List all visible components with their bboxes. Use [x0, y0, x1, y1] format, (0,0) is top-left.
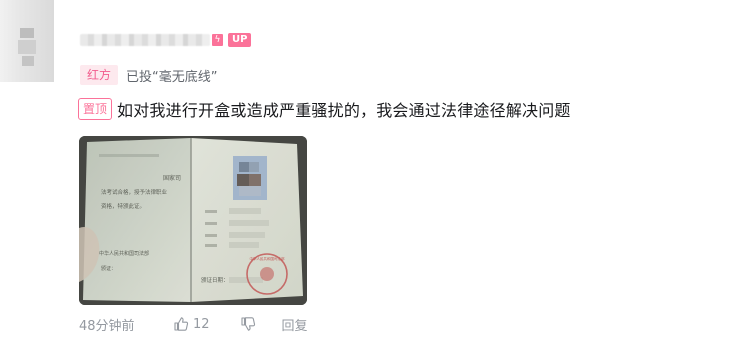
dislike-button[interactable]	[240, 316, 256, 332]
up-badge: UP	[228, 33, 252, 47]
comment-text: 如对我进行开盒或造成严重骚扰的，我会通过法律途径解决问题	[117, 101, 571, 120]
avatar-blur-block	[20, 28, 34, 38]
thumbs-down-icon	[240, 316, 256, 332]
pinned-tag: 置顶	[78, 98, 113, 120]
comment-actions: 48分钟前 12 回复	[79, 314, 308, 334]
like-count: 12	[193, 316, 210, 332]
avatar[interactable]	[0, 0, 54, 82]
thumbs-up-icon	[173, 316, 189, 332]
comment-image[interactable]: 国家司 法考试合格，授予法律职业 资格，特颁此证。 中华人民共和国司法部 颁证：…	[79, 136, 307, 305]
like-button[interactable]: 12	[173, 316, 210, 332]
vote-text: 已投“毫无底线”	[126, 69, 218, 85]
avatar-blur-block	[18, 40, 36, 54]
vote-side-tag: 红方	[80, 65, 119, 85]
reply-button[interactable]: 回复	[282, 315, 308, 334]
avatar-blur-block	[22, 56, 34, 66]
lightning-icon: ϟ	[212, 34, 223, 46]
user-info-row: ϟ UP	[80, 33, 252, 47]
certificate-photo: 国家司 法考试合格，授予法律职业 资格，特颁此证。 中华人民共和国司法部 颁证：…	[79, 136, 307, 305]
username[interactable]	[80, 34, 210, 46]
comment-time: 48分钟前	[79, 318, 135, 334]
comment-content: 置顶 如对我进行开盒或造成严重骚扰的，我会通过法律途径解决问题	[78, 97, 571, 121]
vote-row: 红方 已投“毫无底线”	[80, 65, 218, 85]
